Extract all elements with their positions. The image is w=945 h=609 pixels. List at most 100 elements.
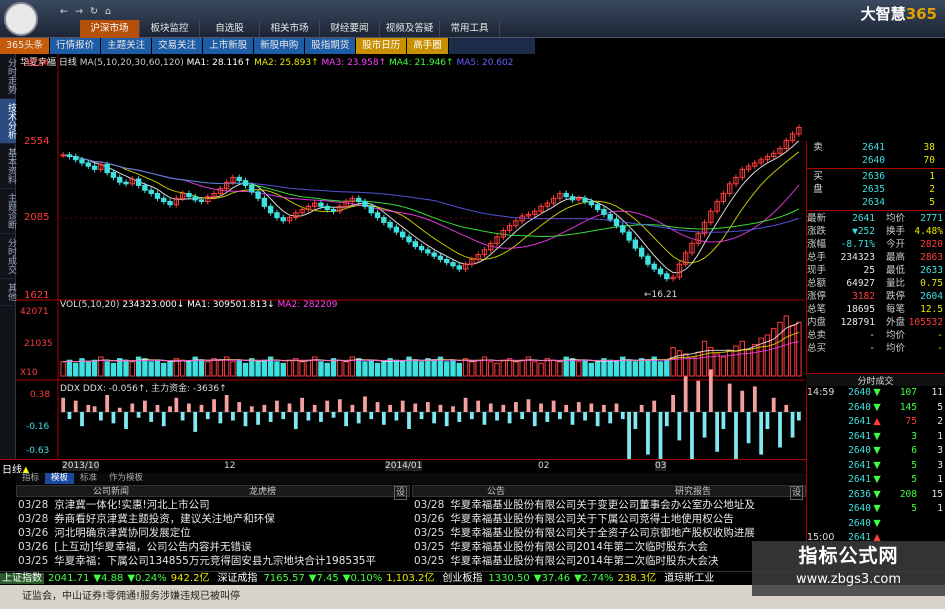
- menu-item-market[interactable]: 沪深市场: [80, 20, 140, 38]
- ask-row-0-side: 卖: [813, 142, 823, 153]
- quote-val-b-0: 2771: [920, 213, 943, 224]
- trades-title[interactable]: 分时成交: [806, 373, 945, 387]
- menu-item-watchlist[interactable]: 自选股: [200, 20, 260, 38]
- nav2-item-5[interactable]: 新股申购: [254, 38, 306, 54]
- right-news-item-4[interactable]: 03/25 华夏幸福基业股份有限公司2014年第二次临时股东大会决: [414, 554, 808, 568]
- trade-arrow-icon-8: ▼: [873, 503, 881, 514]
- ddx-bar: [199, 404, 204, 412]
- trade-arrow-icon-5: ▼: [873, 459, 881, 471]
- volume-bar: [73, 362, 79, 377]
- menu-item-related[interactable]: 相关市场: [260, 20, 320, 38]
- left-tab-3[interactable]: 主题诊断: [0, 189, 16, 234]
- ma-line-30: [63, 154, 800, 237]
- left-news-item-1[interactable]: 03/28 券商看好京津冀主题投资，建议关注地产和环保: [18, 512, 412, 526]
- nav2-item-4[interactable]: 上市新股: [203, 38, 255, 54]
- tab-company-news[interactable]: 公司新闻: [93, 486, 129, 498]
- subtab-1[interactable]: 模板: [45, 473, 75, 484]
- volume-bar: [783, 315, 789, 377]
- left-news-item-2[interactable]: 03/26 河北明确京津冀协同发展定位: [18, 526, 412, 540]
- chart-canvas[interactable]: [16, 54, 805, 459]
- nav2-item-0[interactable]: 365头条: [0, 38, 51, 54]
- ddx-bar: [664, 412, 669, 427]
- nav2-item-6[interactable]: 股指期货: [305, 38, 357, 54]
- ddx-bar: [671, 394, 675, 412]
- subtab-3[interactable]: 作为模板: [103, 473, 149, 484]
- ddx-bar: [193, 412, 198, 432]
- candle: [758, 156, 764, 166]
- candle: [305, 203, 312, 213]
- menu-item-tools[interactable]: 常用工具: [440, 20, 500, 38]
- left-news-item-3[interactable]: 03/26 [上互动]华夏幸福，公司公告内容并无错误: [18, 540, 412, 554]
- ddx-bar: [344, 412, 348, 427]
- ddx-bar: [551, 400, 556, 412]
- right-news-item-2[interactable]: 03/25 华夏幸福基业股份有限公司关于全资子公司京御地产股权收购进展: [414, 526, 808, 540]
- news-left-header: 公司新闻 龙虎榜 设: [16, 485, 410, 500]
- back-icon[interactable]: ←: [60, 4, 68, 20]
- left-news-item-4[interactable]: 03/25 华夏幸福：下属公司134855万元竞得固安县九宗地块合计198535平: [18, 554, 412, 568]
- left-tab-0[interactable]: 分时走势: [0, 54, 16, 99]
- news-right-list: 03/28 华夏幸福基业股份有限公司关于变更公司董事会办公室办公地址及 03/26 华…: [414, 498, 808, 568]
- subtab-0[interactable]: 指标: [16, 473, 45, 484]
- candle: [576, 195, 582, 203]
- nav2-item-2[interactable]: 主题关注: [101, 38, 153, 54]
- ticker-item-3[interactable]: 道琼斯工业: [662, 572, 732, 585]
- nav2-item-1[interactable]: 行情报价: [50, 38, 102, 54]
- ddx-bar: [790, 412, 795, 438]
- left-tab-5[interactable]: 其他: [0, 279, 16, 306]
- ddx-bar: [715, 412, 719, 452]
- tab-research[interactable]: 研究报告: [675, 486, 711, 498]
- tab-dragon-tiger[interactable]: 龙虎榜: [249, 486, 276, 498]
- volume-bar: [318, 361, 324, 377]
- price-axis-top: 3024: [24, 58, 50, 69]
- volume-bar: [444, 361, 450, 377]
- home-icon[interactable]: ⌂: [105, 4, 111, 20]
- right-news-item-1[interactable]: 03/26 华夏幸福基业股份有限公司关于下属公司竞得土地使用权公告: [414, 512, 808, 526]
- trade-row-4: 2640 ▼ 6 3: [807, 444, 945, 459]
- volume-bar: [771, 328, 777, 377]
- right-news-item-3[interactable]: 03/25 华夏幸福基业股份有限公司2014年第二次临时股东大会: [414, 540, 808, 554]
- left-tab-4[interactable]: 分时成交: [0, 234, 16, 279]
- tab-announcements[interactable]: 公告: [487, 486, 505, 498]
- trade-row-2: 2641 ▲ 75 2: [807, 415, 945, 430]
- nav2-item-7[interactable]: 股市日历: [356, 38, 408, 54]
- ddx-bar: [482, 412, 487, 425]
- candle: [701, 219, 708, 237]
- brand-name: 大智慧: [860, 5, 906, 23]
- trade-count-0: 11: [931, 387, 943, 398]
- nav2-item-3[interactable]: 交易关注: [152, 38, 204, 54]
- ddx-bar: [312, 404, 317, 412]
- status-scroll-text[interactable]: 证监会，中山证券!零佣通!服务涉嫌违规已被叫停: [22, 591, 240, 602]
- volume-bar: [576, 361, 582, 377]
- ddx-bar: [168, 406, 172, 412]
- vol-axis-unit: X10: [20, 368, 38, 378]
- news-title: 京津冀一体化!实惠!河北上市公司: [54, 499, 210, 511]
- right-news-item-0[interactable]: 03/28 华夏幸福基业股份有限公司关于变更公司董事会办公室办公地址及: [414, 498, 808, 512]
- left-tab-2[interactable]: 基本资料: [0, 144, 16, 189]
- bid-row-1: 盘 2635 2: [807, 183, 945, 196]
- menu-item-news[interactable]: 财经要闻: [320, 20, 380, 38]
- candle: [569, 193, 576, 203]
- ddx-bar: [765, 412, 770, 430]
- menu-item-video[interactable]: 视频及答疑: [380, 20, 440, 38]
- ddx-bar: [73, 400, 78, 412]
- ddx-bar: [771, 397, 776, 412]
- nav2-item-8[interactable]: 高手圈: [407, 38, 449, 54]
- candle: [682, 250, 689, 268]
- refresh-icon[interactable]: ↻: [90, 4, 98, 20]
- subtab-2[interactable]: 标准: [74, 473, 103, 484]
- ddx-bar: [212, 399, 216, 412]
- ticker-item-2[interactable]: 创业板指 1330.50 ▼37.46 ▼2.74% 238.3亿: [440, 572, 656, 585]
- app-logo-icon[interactable]: [4, 2, 38, 36]
- quote-val-b-2: 2820: [920, 239, 943, 250]
- left-tab-1[interactable]: 技术分析: [0, 99, 16, 144]
- volume-bar: [594, 361, 601, 377]
- menu-item-sector[interactable]: 板块监控: [140, 20, 200, 38]
- left-news-item-0[interactable]: 03/28 京津冀一体化!实惠!河北上市公司: [18, 498, 412, 512]
- candle: [400, 229, 406, 240]
- forward-icon[interactable]: →: [75, 4, 83, 20]
- ticker-item-0[interactable]: 上证指数 2041.71 ▼4.88 ▼0.24% 942.2亿: [0, 572, 209, 585]
- ticker-item-1[interactable]: 深证成指 7165.57 ▼7.45 ▼0.10% 1,103.2亿: [215, 572, 434, 585]
- kline-chart[interactable]: 华夏幸福 日线 MA(5,10,20,30,60,120) MA1: 28.11…: [16, 54, 805, 459]
- ddx-bar: [356, 412, 361, 424]
- news-title: [上互动]华夏幸福，公司公告内容并无错误: [54, 541, 252, 553]
